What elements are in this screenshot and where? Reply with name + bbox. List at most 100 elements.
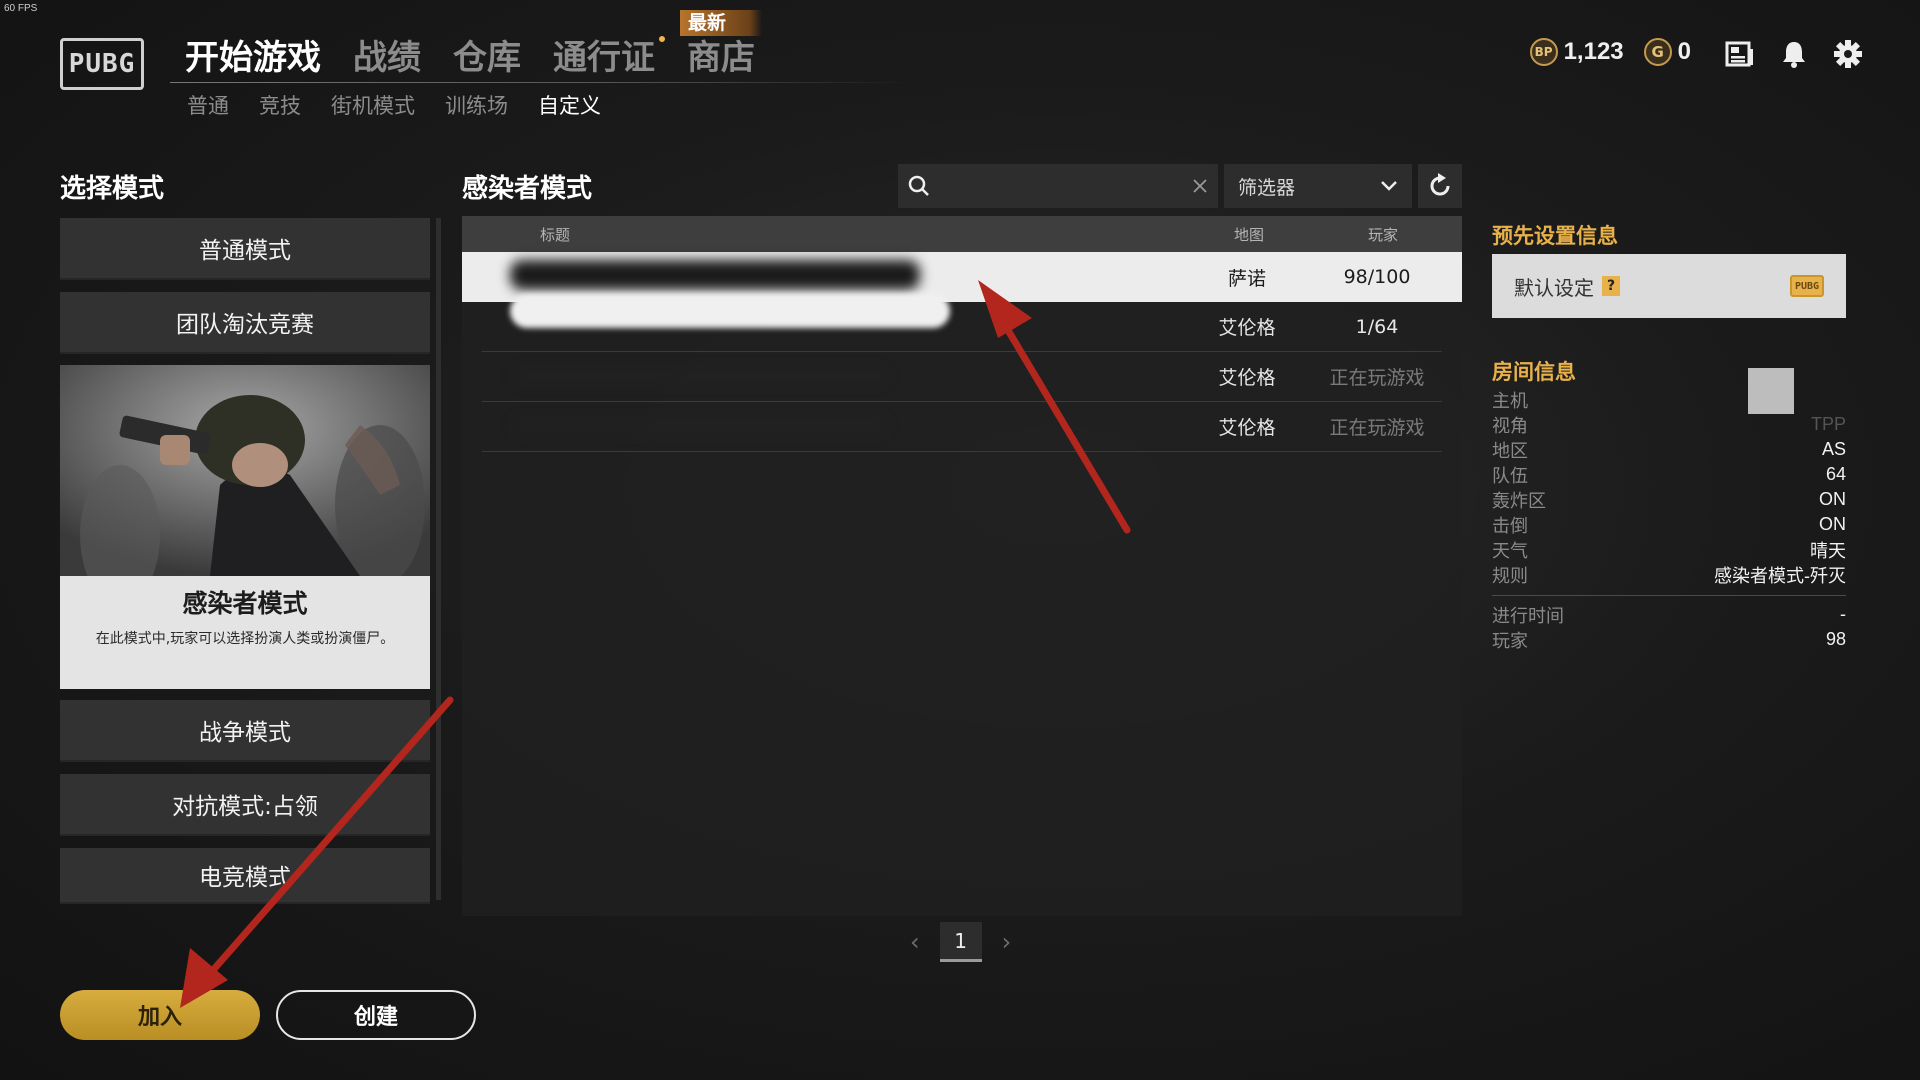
tab-pass-label: 通行证	[553, 38, 655, 78]
search-box	[898, 164, 1218, 208]
server-list: 标题 地图 玩家 萨诺 98/100 艾伦格 1/64 艾伦格 正在玩游戏 艾伦…	[462, 216, 1462, 916]
gear-icon[interactable]	[1832, 38, 1864, 70]
server-list-title: 感染者模式	[462, 174, 593, 204]
info-key: 视角	[1492, 415, 1528, 437]
select-mode-title: 选择模式	[60, 174, 165, 204]
column-players: 玩家	[1367, 225, 1398, 244]
server-row[interactable]: 艾伦格 正在玩游戏	[482, 402, 1442, 452]
info-value: 感染者模式-歼灭	[1714, 565, 1846, 586]
server-players: 正在玩游戏	[1329, 417, 1425, 439]
infection-mode-artwork	[60, 365, 430, 576]
g-value: 0	[1677, 38, 1691, 65]
info-value: AS	[1821, 439, 1846, 459]
info-row-perspective: 视角 TPP	[1492, 412, 1846, 437]
info-value: ON	[1819, 514, 1846, 534]
column-map: 地图	[1233, 225, 1264, 244]
mode-list-scrollbar[interactable]	[436, 218, 441, 900]
new-badge: 最新	[680, 10, 762, 36]
server-title-redacted	[482, 294, 1182, 351]
help-icon[interactable]: ?	[1602, 276, 1620, 296]
filter-label: 筛选器	[1238, 176, 1296, 199]
info-key: 规则	[1492, 565, 1528, 587]
mode-normal-button[interactable]: 普通模式	[60, 218, 430, 280]
tab-store[interactable]: 商店	[687, 30, 755, 79]
column-title: 标题	[540, 225, 571, 244]
bp-coin-icon: BP	[1529, 38, 1558, 66]
mode-card-description: 在此模式中,玩家可以选择扮演人类或扮演僵尸。	[95, 631, 395, 647]
info-value: 晴天	[1810, 540, 1846, 561]
mode-card-infection[interactable]: 感染者模式 在此模式中,玩家可以选择扮演人类或扮演僵尸。	[60, 365, 430, 689]
server-title-redacted	[482, 352, 1182, 401]
server-players: 98/100	[1343, 266, 1411, 288]
blurred-title	[510, 364, 890, 388]
preset-box: 默认设定 ? PUBG	[1492, 254, 1846, 318]
info-row-host: 主机	[1492, 387, 1846, 412]
info-divider	[1492, 595, 1846, 596]
filter-dropdown[interactable]: 筛选器	[1224, 164, 1412, 208]
info-value: 64	[1825, 464, 1846, 484]
tab-play[interactable]: 开始游戏	[185, 30, 321, 79]
room-info-list: 主机 视角 TPP 地区 AS 队伍 64 轰炸区 ON 击倒 ON 天气 晴天 规则 感染者…	[1492, 387, 1846, 652]
server-players: 正在玩游戏	[1329, 367, 1425, 389]
preset-info-title: 预先设置信息	[1492, 224, 1618, 248]
subtab-arcade[interactable]: 街机模式	[331, 90, 415, 120]
info-row-team: 队伍 64	[1492, 462, 1846, 487]
notification-dot	[659, 36, 665, 42]
top-icons	[1724, 38, 1864, 70]
info-row-knockdown: 击倒 ON	[1492, 512, 1846, 537]
server-players: 1/64	[1355, 315, 1399, 338]
refresh-button[interactable]	[1418, 164, 1462, 208]
mode-war-button[interactable]: 战争模式	[60, 700, 430, 762]
mode-tdm-button[interactable]: 团队淘汰竞赛	[60, 292, 430, 354]
tab-career[interactable]: 战绩	[353, 30, 421, 79]
bell-icon[interactable]	[1778, 38, 1810, 70]
chevron-down-icon	[1381, 181, 1397, 191]
blurred-title	[510, 414, 890, 438]
tab-pass[interactable]: 通行证	[553, 30, 665, 79]
currency-display: BP 1,123 G 0	[1529, 38, 1705, 66]
info-row-bombzone: 轰炸区 ON	[1492, 487, 1846, 512]
info-key: 天气	[1492, 540, 1528, 562]
search-input[interactable]	[940, 175, 1192, 197]
room-info-title: 房间信息	[1492, 360, 1576, 384]
info-row-weather: 天气 晴天	[1492, 537, 1846, 562]
refresh-icon	[1430, 173, 1450, 196]
top-nav: 开始游戏 战绩 仓库 通行证 商店	[185, 30, 755, 79]
info-key: 轰炸区	[1492, 490, 1546, 512]
g-coin-icon: G	[1643, 38, 1672, 66]
server-row[interactable]: 艾伦格 1/64	[482, 294, 1442, 352]
create-button[interactable]: 创建	[276, 990, 476, 1040]
info-value: -	[1840, 604, 1846, 624]
sub-nav: 普通 竞技 街机模式 训练场 自定义	[187, 90, 601, 120]
info-key: 主机	[1492, 390, 1528, 412]
info-key: 队伍	[1492, 465, 1528, 487]
subtab-custom[interactable]: 自定义	[538, 90, 601, 120]
pubg-logo: PUBG	[60, 38, 144, 90]
subtab-ranked[interactable]: 竞技	[259, 90, 301, 120]
chevron-right-icon[interactable]: ›	[1002, 928, 1012, 956]
info-key: 击倒	[1492, 515, 1528, 537]
server-map: 萨诺	[1227, 267, 1266, 290]
server-map: 艾伦格	[1218, 367, 1276, 389]
preset-pubg-logo: PUBG	[1790, 275, 1824, 297]
subtab-normal[interactable]: 普通	[187, 90, 229, 120]
page-number[interactable]: 1	[939, 922, 982, 962]
info-key: 进行时间	[1492, 605, 1564, 627]
tab-inventory[interactable]: 仓库	[453, 30, 521, 79]
server-title-redacted	[482, 402, 1182, 451]
mode-conquest-button[interactable]: 对抗模式:占领	[60, 774, 430, 836]
clear-search-icon[interactable]	[1192, 178, 1208, 194]
mode-esports-button[interactable]: 电竞模式	[60, 848, 430, 904]
bp-value: 1,123	[1563, 38, 1624, 65]
info-value: ON	[1819, 489, 1846, 509]
join-button[interactable]: 加入	[60, 990, 260, 1040]
info-value: TPP	[1810, 414, 1846, 434]
subtab-training[interactable]: 训练场	[445, 90, 508, 120]
info-key: 玩家	[1492, 630, 1528, 652]
server-row[interactable]: 艾伦格 正在玩游戏	[482, 352, 1442, 402]
chevron-left-icon[interactable]: ‹	[910, 928, 920, 956]
fps-counter: 60 FPS	[4, 3, 38, 14]
info-row-region: 地区 AS	[1492, 437, 1846, 462]
news-icon[interactable]	[1724, 38, 1756, 70]
mode-card-title: 感染者模式	[182, 589, 308, 618]
